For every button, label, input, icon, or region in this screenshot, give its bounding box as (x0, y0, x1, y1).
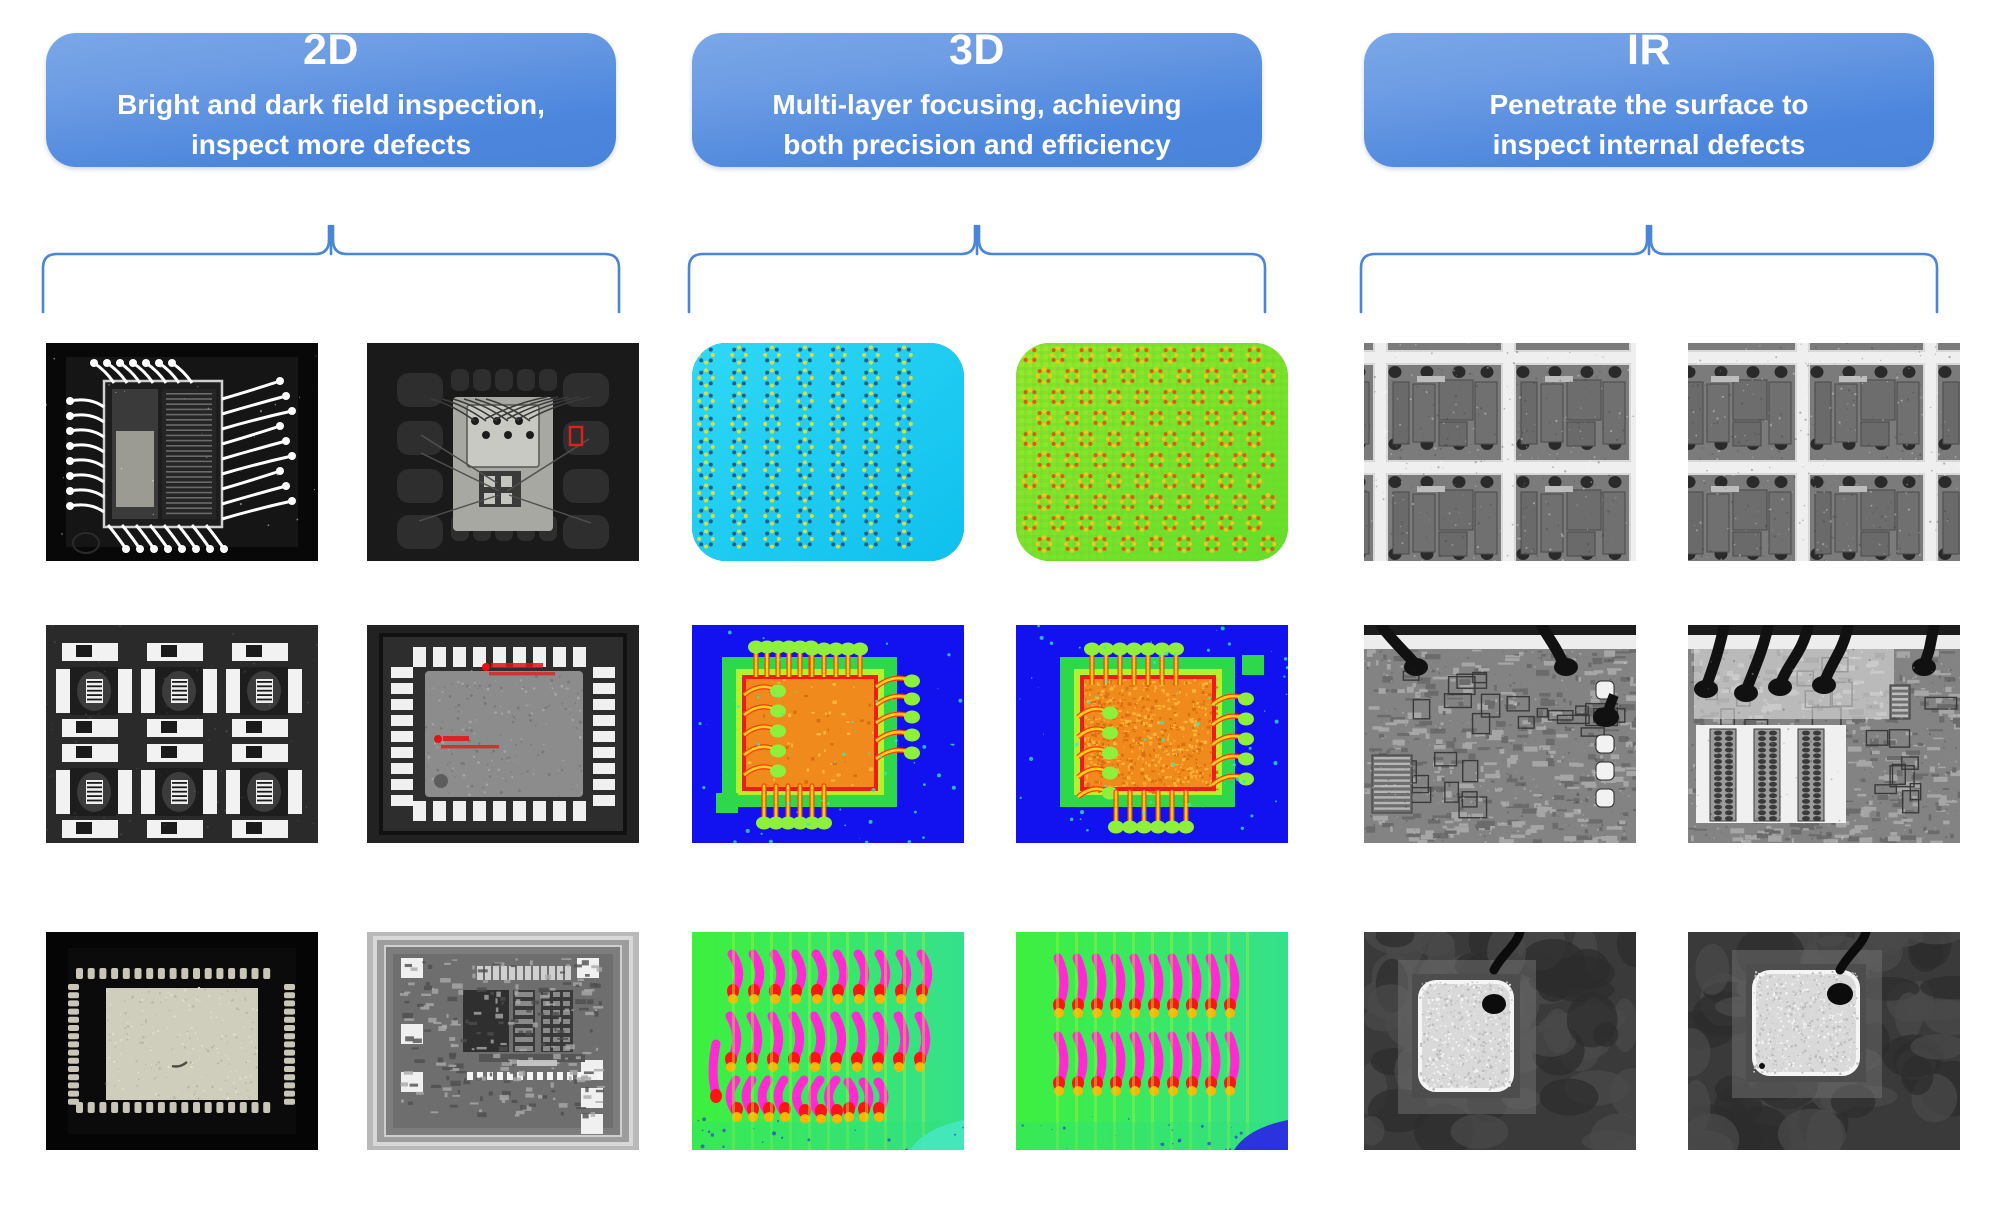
banner-3d[interactable]: 3D Multi-layer focusing, achieving both … (692, 27, 1262, 167)
banner-3d-subtitle-line-1: Multi-layer focusing, achieving (772, 88, 1182, 120)
brace-connector-2d (41, 224, 621, 314)
tile-ir-r2-c1[interactable] (1364, 625, 1636, 843)
banner-ir-subtitle-line-1: Penetrate the surface to (1489, 88, 1809, 120)
tile-2d-r3-c1[interactable] (46, 932, 318, 1150)
tile-2d-r2-c2[interactable] (367, 625, 639, 843)
tile-3d-r1-c1[interactable] (692, 343, 964, 561)
tile-ir-r3-c2[interactable] (1688, 932, 1960, 1150)
tile-3d-r3-c2[interactable] (1016, 932, 1288, 1150)
banner-3d-subtitle-line-2: both precision and efficiency (783, 128, 1171, 160)
tile-2d-r1-c2[interactable] (367, 343, 639, 561)
brace-connector-3d (687, 224, 1267, 314)
banner-ir-subtitle-line-2: inspect internal defects (1492, 128, 1806, 160)
banner-2d-subtitle-line-2: inspect more defects (190, 128, 472, 160)
tile-2d-r3-c2[interactable] (367, 932, 639, 1150)
banner-2d[interactable]: 2D Bright and dark field inspection, ins… (46, 27, 616, 167)
tile-2d-r1-c1[interactable] (46, 343, 318, 561)
banner-ir[interactable]: IR Penetrate the surface to inspect inte… (1364, 27, 1934, 167)
banner-3d-title: 3D (949, 25, 1005, 74)
tile-ir-r3-c1[interactable] (1364, 932, 1636, 1150)
banner-2d-subtitle-line-1: Bright and dark field inspection, (117, 88, 545, 120)
tile-3d-r2-c2[interactable] (1016, 625, 1288, 843)
banner-3d-subtitle: Multi-layer focusing, achieving both pre… (772, 85, 1181, 165)
tile-ir-r1-c2[interactable] (1688, 343, 1960, 561)
brace-connector-ir (1359, 224, 1939, 314)
banner-2d-title: 2D (303, 25, 359, 74)
infographic-root: 2D Bright and dark field inspection, ins… (0, 0, 2000, 1214)
tile-3d-r2-c1[interactable] (692, 625, 964, 843)
tile-ir-r1-c1[interactable] (1364, 343, 1636, 561)
tile-3d-r3-c1[interactable] (692, 932, 964, 1150)
banner-2d-subtitle: Bright and dark field inspection, inspec… (117, 85, 545, 165)
tile-ir-r2-c2[interactable] (1688, 625, 1960, 843)
banner-ir-title: IR (1627, 25, 1671, 74)
tile-3d-r1-c2[interactable] (1016, 343, 1288, 561)
tile-2d-r2-c1[interactable] (46, 625, 318, 843)
banner-ir-subtitle: Penetrate the surface to inspect interna… (1490, 85, 1809, 165)
